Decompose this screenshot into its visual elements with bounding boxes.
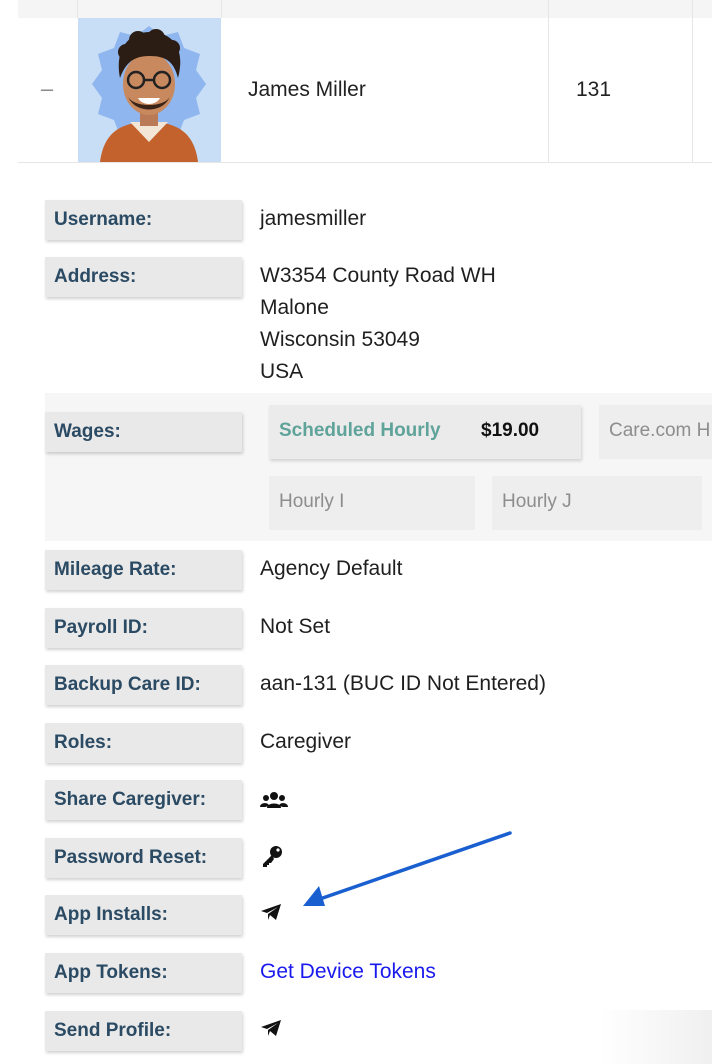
address-value: W3354 County Road WH Malone Wisconsin 53… [260,260,496,388]
wages-label: Wages: [45,412,242,452]
app-installs-label: App Installs: [45,895,242,935]
password-reset-label: Password Reset: [45,838,242,878]
header-divider [77,0,78,18]
avatar [78,18,221,162]
get-device-tokens-link[interactable]: Get Device Tokens [260,960,436,984]
address-city: Malone [260,296,329,319]
wage-hourly-j[interactable]: Hourly J [492,476,702,530]
share-caregiver-label: Share Caregiver: [45,780,242,820]
mileage-label: Mileage Rate: [45,550,242,590]
address-label: Address: [45,257,242,297]
wage-care-com[interactable]: Care.com H [599,405,712,459]
address-country: USA [260,360,304,383]
wage-type: Scheduled Hourly [279,420,441,441]
avatar-image [78,18,221,162]
payroll-value: Not Set [260,615,331,638]
username-value: jamesmiller [260,207,367,230]
app-tokens-label: App Tokens: [45,953,242,993]
roles-value: Caregiver [260,730,352,753]
key-icon[interactable] [260,844,284,873]
address-line1: W3354 County Road WH [260,264,496,287]
employee-id: 131 [576,78,612,101]
wage-amount: $19.00 [481,420,540,441]
send-profile-label: Send Profile: [45,1011,242,1051]
paper-plane-icon[interactable] [260,903,282,926]
mileage-value: Agency Default [260,557,403,580]
wage-scheduled-hourly[interactable]: Scheduled Hourly $19.00 [269,405,581,459]
roles-label: Roles: [45,723,242,763]
column-divider [692,18,693,162]
annotation-arrow [303,831,512,906]
wage-hourly-j-label: Hourly J [502,491,572,512]
employee-name: James Miller [248,78,366,101]
address-state-zip: Wisconsin 53049 [260,328,420,351]
header-divider [221,0,222,18]
header-divider [548,0,549,18]
column-divider [548,18,549,162]
wage-hourly-i[interactable]: Hourly I [269,476,475,530]
payroll-label: Payroll ID: [45,608,242,648]
collapse-row-button[interactable]: – [37,78,57,100]
backup-care-label: Backup Care ID: [45,665,242,705]
wage-hourly-i-label: Hourly I [279,491,345,512]
shadow-fade [600,1010,712,1064]
users-icon[interactable] [260,790,288,815]
backup-care-value: aan-131 (BUC ID Not Entered) [260,672,546,695]
table-header-strip [18,0,712,18]
row-separator [18,162,712,163]
paper-plane-icon[interactable] [260,1019,282,1042]
header-divider [692,0,693,18]
wage-care-com-label: Care.com H [609,420,711,441]
username-label: Username: [45,200,242,240]
